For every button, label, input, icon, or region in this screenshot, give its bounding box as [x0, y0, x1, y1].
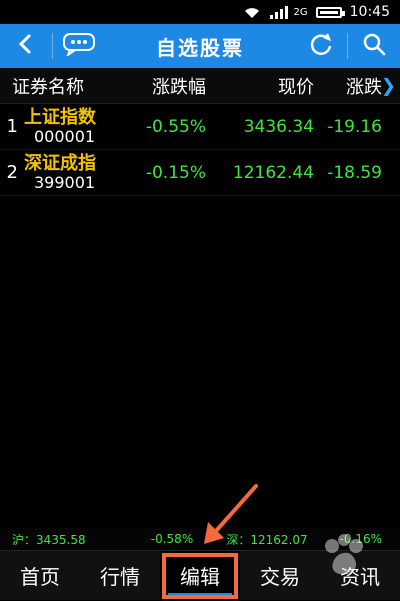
ticker-sh: 沪：3435.58	[12, 532, 86, 547]
tab-news[interactable]: 资讯	[320, 551, 400, 601]
refresh-icon	[308, 31, 334, 61]
header-change-pct[interactable]: 涨跌幅	[126, 73, 221, 99]
stock-list: 1 上证指数 000001 -0.55% 3436.34 -19.16 2 深证…	[0, 104, 400, 196]
stock-change-pct: -0.55%	[145, 116, 206, 137]
stock-price: 3436.34	[243, 116, 314, 137]
ticker-sz: 深：12162.07	[226, 532, 308, 547]
row-index: 2	[6, 162, 18, 183]
table-header: 证券名称 涨跌幅 现价 涨跌 ❯	[0, 68, 400, 104]
search-button[interactable]	[348, 24, 400, 68]
header-price[interactable]: 现价	[221, 73, 316, 99]
stock-name: 深证成指	[24, 152, 96, 174]
back-icon	[15, 33, 37, 59]
stock-code: 399001	[34, 172, 96, 192]
battery-icon	[315, 6, 345, 18]
message-icon	[62, 32, 96, 60]
tab-edit[interactable]: 编辑	[160, 550, 240, 601]
row-index: 1	[6, 116, 18, 137]
wifi-icon	[242, 5, 262, 19]
stock-price: 12162.44	[232, 162, 314, 183]
title-bar: 自选股票	[0, 24, 400, 68]
stock-name: 上证指数	[24, 106, 96, 128]
stock-name-cell: 上证指数 000001	[24, 106, 126, 146]
ticker-sz-change: -0.16%	[339, 532, 382, 546]
index-ticker: 沪：3435.58 -0.58% 深：12162.07 -0.16%	[0, 528, 400, 550]
back-button[interactable]	[0, 24, 52, 68]
tab-market[interactable]: 行情	[80, 551, 160, 601]
page-title: 自选股票	[156, 35, 244, 60]
stock-change: -19.16	[327, 116, 382, 137]
header-change-label: 涨跌	[346, 76, 382, 98]
search-icon	[361, 31, 387, 61]
tab-trade[interactable]: 交易	[240, 551, 320, 601]
stock-code: 000001	[34, 126, 96, 146]
stock-change-pct: -0.15%	[145, 162, 206, 183]
chevron-right-icon[interactable]: ❯	[381, 75, 396, 96]
signal-icon	[269, 5, 292, 19]
stock-change: -18.59	[327, 162, 382, 183]
refresh-button[interactable]	[295, 24, 347, 68]
header-name[interactable]: 证券名称	[0, 73, 126, 99]
bottom-tab-bar: 首页 行情 编辑 交易 资讯	[0, 550, 400, 601]
message-button[interactable]	[53, 24, 105, 68]
ticker-sh-change: -0.58%	[150, 532, 194, 546]
tab-home[interactable]: 首页	[0, 551, 80, 601]
network-label: 2G	[293, 6, 308, 18]
title-left-actions	[0, 24, 105, 68]
stock-name-cell: 深证成指 399001	[24, 152, 126, 192]
status-bar: 2G 10:45	[0, 0, 400, 24]
header-change[interactable]: 涨跌 ❯	[316, 73, 400, 99]
title-right-actions	[295, 24, 400, 68]
table-row[interactable]: 2 深证成指 399001 -0.15% 12162.44 -18.59	[0, 150, 400, 196]
status-time: 10:45	[349, 4, 390, 20]
table-row[interactable]: 1 上证指数 000001 -0.55% 3436.34 -19.16	[0, 104, 400, 150]
